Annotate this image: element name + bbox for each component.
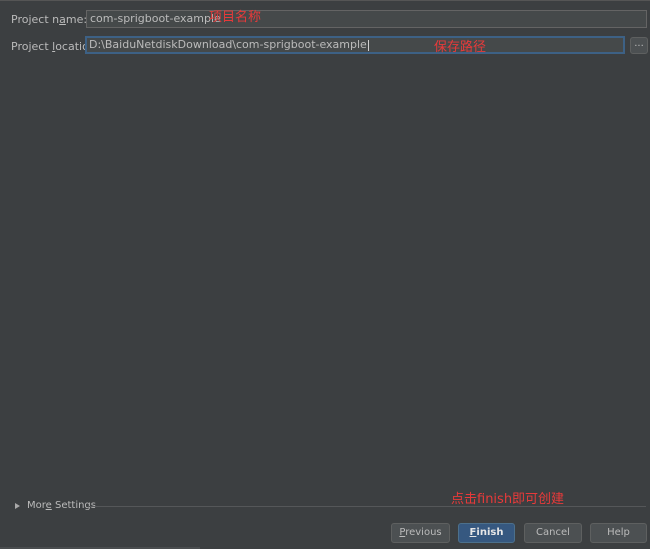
previous-button[interactable]: Previous [391,523,450,543]
more-settings-label: More Settings [27,500,96,511]
project-name-label: Project name: [11,13,88,26]
project-location-annotation: 保存路径 [434,40,487,55]
text-caret [367,39,369,51]
more-settings-toggle[interactable]: More Settings [15,500,96,511]
new-project-dialog: Project name: com-sprigboot-example Proj… [0,0,650,549]
cancel-button[interactable]: Cancel [524,523,582,543]
more-settings-separator [88,506,646,507]
finish-button[interactable]: Finish [458,523,515,543]
project-name-input[interactable]: com-sprigboot-example [86,10,647,28]
finish-annotation: 点击finish即可创建 [451,492,565,507]
project-name-annotation: 项目名称 [209,10,262,25]
help-button[interactable]: Help [590,523,647,543]
browse-button[interactable]: ... [630,37,648,54]
project-location-input[interactable]: D:\BaiduNetdiskDownload\com-sprigboot-ex… [85,36,625,54]
triangle-right-icon [15,502,20,509]
